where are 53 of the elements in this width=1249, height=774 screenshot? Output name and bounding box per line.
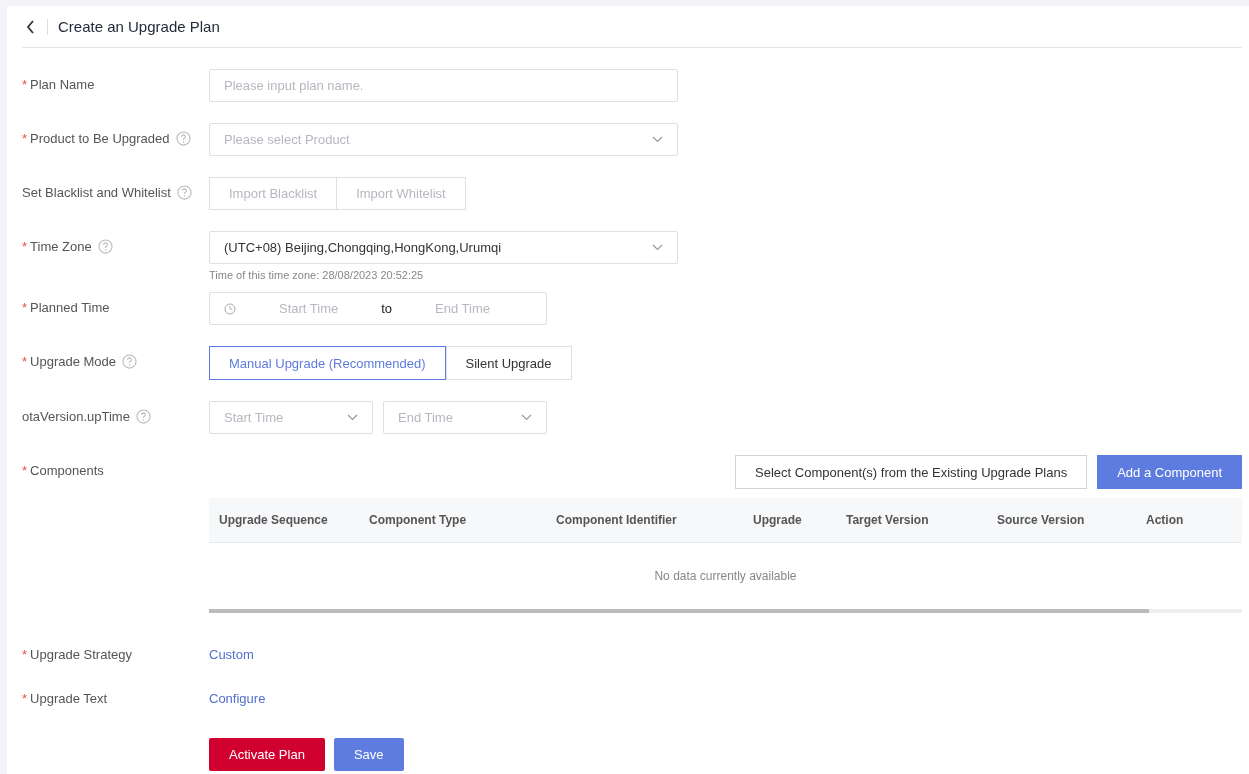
column-header: Upgrade — [752, 513, 803, 527]
date-range-field[interactable]: Start Time to End Time — [209, 292, 547, 325]
back-icon[interactable] — [26, 19, 35, 34]
select-component-button[interactable]: Select Component(s) from the Existing Upgrade Plans — [735, 455, 1088, 489]
help-icon[interactable] — [122, 354, 138, 369]
clock-icon — [224, 302, 236, 315]
chevron-down-icon — [652, 244, 663, 251]
page-title: Create an Upgrade Plan — [58, 18, 220, 35]
required-marker: * — [22, 77, 28, 92]
required-marker: * — [22, 647, 28, 662]
mode-option[interactable]: Silent Upgrade — [445, 346, 572, 380]
required-marker: * — [22, 463, 28, 478]
field-label: Upgrade Mode — [30, 354, 117, 369]
column-header: Source Version — [996, 513, 1086, 527]
select-field[interactable]: (UTC+08) Beijing,Chongqing,HongKong,Urumqi — [209, 231, 678, 264]
add-component-button[interactable]: Add a Component — [1097, 455, 1242, 489]
field-label: Plan Name — [30, 77, 95, 92]
save-button[interactable]: Save — [333, 738, 404, 771]
help-icon[interactable] — [176, 185, 192, 200]
required-marker: * — [22, 131, 28, 146]
column-header: Action — [1145, 513, 1185, 527]
chevron-down-icon — [521, 414, 532, 421]
required-marker: * — [22, 300, 28, 315]
field-label: otaVersion.upTime — [22, 409, 130, 424]
plan-name-field[interactable]: Please input plan name. — [209, 69, 678, 102]
column-header: Upgrade Sequence — [218, 513, 329, 527]
field-label: Set Blacklist and Whitelist — [22, 185, 171, 200]
chevron-down-icon — [347, 414, 358, 421]
field-label: Time Zone — [30, 239, 92, 254]
chevron-down-icon — [652, 136, 663, 143]
column-header: Component Type — [368, 513, 468, 527]
mode-option[interactable]: Manual Upgrade (Recommended) — [209, 346, 446, 380]
activate-plan-button[interactable]: Activate Plan — [209, 738, 325, 771]
link[interactable]: Configure — [209, 691, 266, 706]
required-marker: * — [22, 354, 28, 369]
column-header: Component Identifier — [555, 513, 678, 527]
required-marker: * — [22, 239, 28, 254]
horizontal-scrollbar[interactable] — [209, 609, 1242, 613]
field-label: Planned Time — [30, 300, 110, 315]
help-icon[interactable] — [175, 131, 191, 146]
select-field[interactable]: Please select Product — [209, 123, 678, 156]
field-label: Product to Be Upgraded — [30, 131, 170, 146]
time-select[interactable]: Start Time — [209, 401, 373, 434]
empty-message: No data currently available — [654, 569, 797, 583]
time-zone-hint: Time of this time zone: 28/08/2023 20:52:25 — [209, 269, 425, 281]
field-label: Components — [30, 463, 104, 478]
help-icon[interactable] — [97, 239, 113, 254]
link[interactable]: Custom — [209, 647, 254, 662]
required-marker: * — [22, 691, 28, 706]
field-label: Upgrade Strategy — [30, 647, 132, 662]
field-label: Upgrade Text — [30, 691, 108, 706]
column-header: Target Version — [845, 513, 930, 527]
help-icon[interactable] — [135, 409, 151, 424]
